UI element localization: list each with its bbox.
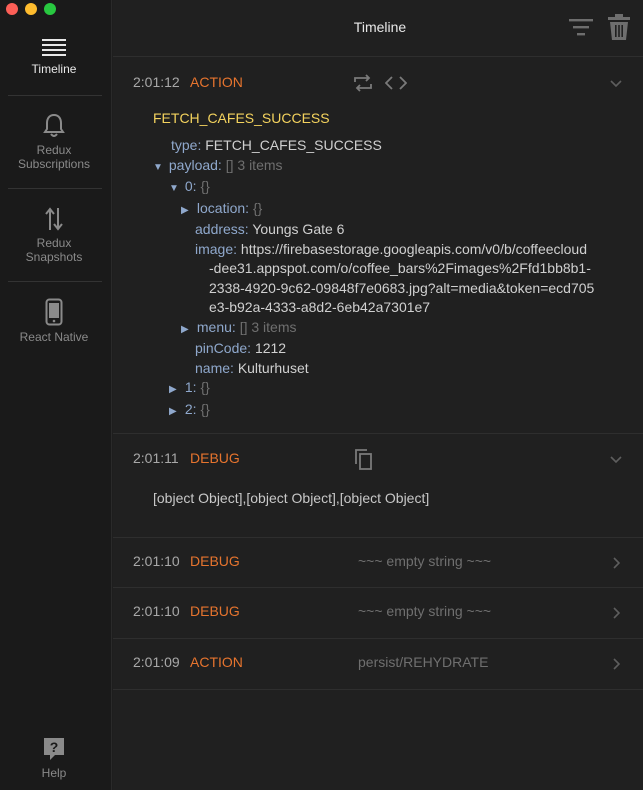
tree-value: FETCH_CAFES_SUCCESS xyxy=(205,137,382,153)
entry-type: ACTION xyxy=(190,74,243,90)
caret-down-icon[interactable]: ▼ xyxy=(153,158,165,178)
tree-value: 1212 xyxy=(254,340,287,356)
chevron-right-icon[interactable] xyxy=(609,657,623,671)
tree-meta: {} xyxy=(200,178,210,194)
sidebar-item-react-native[interactable]: React Native xyxy=(6,298,102,344)
tree-meta: {} xyxy=(252,199,263,216)
entry-time: 2:01:11 xyxy=(133,450,179,466)
tree-node-menu[interactable]: ▶ menu: [] 3 items xyxy=(153,318,594,340)
entry-type: DEBUG xyxy=(190,553,240,569)
tree-value: https://firebasestorage.googleapis.com/v… xyxy=(240,240,587,257)
minimize-window-button[interactable] xyxy=(25,3,37,15)
tree-key: type: xyxy=(171,137,202,153)
sidebar: Timeline Redux Subscriptions Redux Snaps… xyxy=(0,0,112,790)
page-title: Timeline xyxy=(353,19,407,35)
tree-value: Kulturhuset xyxy=(237,359,309,376)
tree-key: pinCode: xyxy=(195,340,252,356)
entry-time: 2:01:09 xyxy=(133,654,180,670)
chevron-down-icon[interactable] xyxy=(609,77,623,91)
sidebar-item-label: Redux xyxy=(36,143,72,157)
swap-vertical-icon xyxy=(45,207,63,231)
tree-key: name: xyxy=(195,359,234,376)
chevron-down-icon[interactable] xyxy=(609,453,623,467)
caret-right-icon[interactable]: ▶ xyxy=(169,402,181,422)
divider xyxy=(8,95,102,96)
entry-time: 2:01:10 xyxy=(133,553,180,569)
debug-message: [object Object],[object Object],[object … xyxy=(153,490,430,506)
entry-preview: ~~~ empty string ~~~ xyxy=(358,603,492,619)
entry-preview: persist/REHYDRATE xyxy=(358,654,489,670)
timeline-panel: Timeline 2:01:12 ACTION FETCH_CAFES_SUCC… xyxy=(113,0,643,790)
tree-node-payload[interactable]: ▼ payload: [] 3 items xyxy=(153,156,594,178)
caret-right-icon[interactable]: ▶ xyxy=(181,320,193,340)
toolbar: Timeline xyxy=(113,0,643,57)
sidebar-item-help[interactable]: ? Help xyxy=(6,736,102,780)
sidebar-item-label: Redux xyxy=(36,236,72,250)
caret-right-icon[interactable]: ▶ xyxy=(169,380,181,400)
tree-key: 1: xyxy=(184,379,197,395)
caret-down-icon[interactable]: ▼ xyxy=(169,179,181,199)
tree-node-1[interactable]: ▶ 1: {} xyxy=(153,378,594,400)
tree-meta: {} xyxy=(200,400,210,417)
tree-key: address: xyxy=(195,221,249,237)
trash-icon[interactable] xyxy=(606,13,632,41)
tree-value: -dee31.appspot.com/o/coffee_bars%2Fimage… xyxy=(209,260,591,276)
window-controls xyxy=(6,3,56,15)
payload-tree: type: FETCH_CAFES_SUCCESS ▼ payload: [] … xyxy=(153,136,594,421)
divider xyxy=(8,188,102,189)
caret-right-icon[interactable]: ▶ xyxy=(181,201,193,221)
tree-value: 2338-4920-9c62-09848f7e0683.jpg?alt=medi… xyxy=(209,279,595,296)
tree-meta: {} xyxy=(200,379,210,395)
timeline-entry-debug[interactable]: 2:01:11 DEBUG [object Object],[object Ob… xyxy=(113,434,643,538)
tree-node-0[interactable]: ▼ 0: {} xyxy=(153,177,594,199)
entry-type: DEBUG xyxy=(190,603,240,619)
entry-type: ACTION xyxy=(190,654,243,670)
bell-icon xyxy=(43,113,65,137)
close-window-button[interactable] xyxy=(6,3,18,15)
timeline-entry-debug[interactable]: 2:01:10 DEBUG ~~~ empty string ~~~ xyxy=(113,588,643,639)
phone-icon xyxy=(45,298,63,326)
sidebar-item-redux-subscriptions[interactable]: Redux Subscriptions xyxy=(6,113,102,171)
sidebar-item-label: Subscriptions xyxy=(17,157,91,171)
filter-icon[interactable] xyxy=(568,16,594,38)
copy-icon[interactable] xyxy=(353,448,373,470)
tree-key: 2: xyxy=(184,400,197,417)
tree-value: e3-b92a-4333-a8d2-6eb42a7301e7 xyxy=(209,299,431,315)
tree-key: payload: xyxy=(168,156,222,173)
tree-key: image: xyxy=(195,240,238,257)
timeline-entry-debug[interactable]: 2:01:10 DEBUG ~~~ empty string ~~~ xyxy=(113,538,643,588)
timeline-entry-action[interactable]: 2:01:09 ACTION persist/REHYDRATE xyxy=(113,639,643,690)
help-icon: ? xyxy=(44,738,64,760)
sidebar-item-timeline[interactable]: Timeline xyxy=(6,38,102,76)
entry-preview: ~~~ empty string ~~~ xyxy=(358,553,492,569)
timeline-entry-action[interactable]: 2:01:12 ACTION FETCH_CAFES_SUCCESS type:… xyxy=(113,57,643,434)
tree-key: 0: xyxy=(184,178,197,194)
chevron-right-icon[interactable] xyxy=(609,556,623,570)
divider xyxy=(8,281,102,282)
tree-node-location[interactable]: ▶ location: {} xyxy=(153,199,594,221)
chevron-right-icon[interactable] xyxy=(609,606,623,620)
repeat-icon[interactable] xyxy=(353,74,373,92)
tree-meta: [] 3 items xyxy=(225,156,283,173)
sidebar-item-label: Snapshots xyxy=(25,250,83,264)
sidebar-item-label: React Native xyxy=(19,330,89,344)
sidebar-item-label: Help xyxy=(41,766,67,780)
list-icon xyxy=(42,39,66,56)
entry-time: 2:01:10 xyxy=(133,603,180,619)
code-icon[interactable] xyxy=(385,75,407,91)
svg-text:?: ? xyxy=(50,739,59,755)
entry-type: DEBUG xyxy=(190,450,240,466)
tree-value: Youngs Gate 6 xyxy=(252,221,345,237)
sidebar-item-redux-snapshots[interactable]: Redux Snapshots xyxy=(6,206,102,264)
tree-key: location: xyxy=(196,199,250,216)
sidebar-item-label: Timeline xyxy=(31,62,77,76)
tree-meta: [] 3 items xyxy=(239,318,297,335)
action-name: FETCH_CAFES_SUCCESS xyxy=(153,110,330,126)
tree-key: menu: xyxy=(196,318,236,335)
zoom-window-button[interactable] xyxy=(44,3,56,15)
entry-time: 2:01:12 xyxy=(133,74,180,90)
tree-node-2[interactable]: ▶ 2: {} xyxy=(153,400,594,422)
